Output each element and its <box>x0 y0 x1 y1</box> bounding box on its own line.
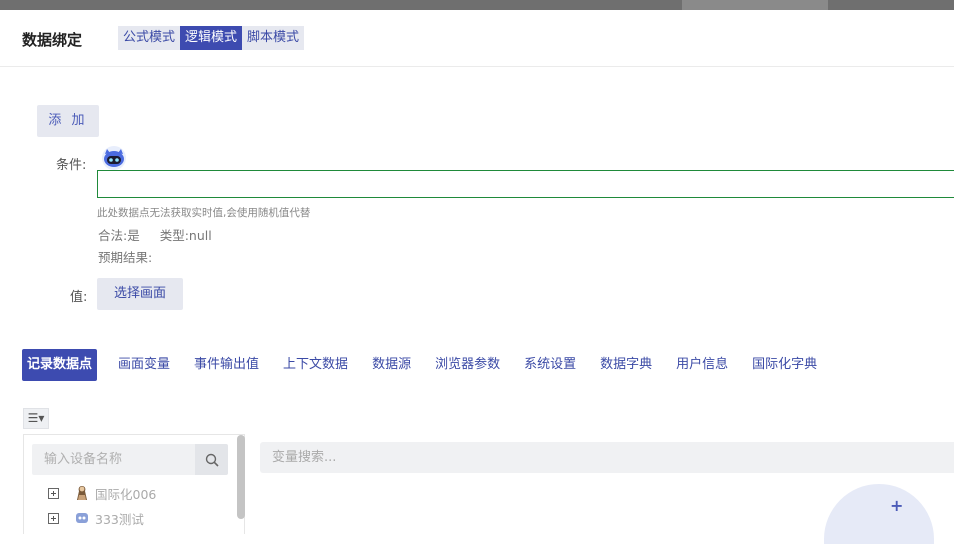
condition-hint: 此处数据点无法获取实时值,会使用随机值代替 <box>97 207 311 219</box>
tree-item[interactable]: 333测试 <box>48 508 144 528</box>
tab-event-output[interactable]: 事件输出值 <box>194 349 259 381</box>
background-window-strip <box>0 0 954 10</box>
condition-input[interactable] <box>97 170 954 198</box>
device-tree-panel: 输入设备名称 国际化006 333测试 <box>23 434 245 534</box>
list-menu-icon[interactable]: ☰▾ <box>23 408 49 429</box>
tab-data-dictionary[interactable]: 数据字典 <box>600 349 652 381</box>
tab-data-source[interactable]: 数据源 <box>372 349 411 381</box>
tree-item[interactable]: 国际化006 <box>48 483 156 503</box>
variable-search-input[interactable]: 变量搜索... <box>260 442 954 473</box>
device-search-input[interactable]: 输入设备名称 <box>32 444 195 475</box>
robot-icon <box>76 513 88 523</box>
condition-validity: 合法:是 类型:null <box>98 225 212 244</box>
tab-formula-mode[interactable]: 公式模式 <box>118 26 181 50</box>
tab-user-info[interactable]: 用户信息 <box>676 349 728 381</box>
page-title: 数据绑定 <box>22 31 83 49</box>
tab-system-settings[interactable]: 系统设置 <box>524 349 576 381</box>
tab-record-datapoints[interactable]: 记录数据点 <box>22 349 98 381</box>
empty-state-illustration <box>824 484 934 544</box>
valid-text: 合法:是 <box>98 228 140 243</box>
tab-i18n-dictionary[interactable]: 国际化字典 <box>752 349 817 381</box>
dialog-header: 数据绑定 公式模式 逻辑模式 脚本模式 <box>0 10 954 67</box>
add-button[interactable]: 添 加 <box>37 105 99 137</box>
mode-switch: 公式模式 逻辑模式 脚本模式 <box>118 26 305 50</box>
tree-item-label: 333测试 <box>95 511 144 527</box>
tree-item-label: 国际化006 <box>95 486 157 502</box>
select-screen-button[interactable]: 选择画面 <box>97 278 183 310</box>
data-source-tabs: 记录数据点 画面变量 事件输出值 上下文数据 数据源 浏览器参数 系统设置 数据… <box>22 349 841 381</box>
expand-icon[interactable] <box>48 512 59 524</box>
plus-icon: + <box>890 496 904 515</box>
tab-context-data[interactable]: 上下文数据 <box>283 349 348 381</box>
background-card <box>682 0 828 10</box>
value-label: 值: <box>70 290 88 305</box>
tab-screen-variables[interactable]: 画面变量 <box>118 349 170 381</box>
expand-icon[interactable] <box>48 487 59 499</box>
bust-icon <box>77 486 87 500</box>
tree-scrollbar[interactable] <box>237 435 245 519</box>
type-text: 类型:null <box>159 228 212 243</box>
expected-result: 预期结果: <box>98 250 153 265</box>
search-icon <box>205 453 219 467</box>
tab-logic-mode[interactable]: 逻辑模式 <box>180 26 243 50</box>
tab-browser-params[interactable]: 浏览器参数 <box>435 349 500 381</box>
condition-label: 条件: <box>56 158 87 173</box>
robot-icon[interactable] <box>101 145 127 171</box>
device-search-button[interactable] <box>195 444 228 475</box>
tab-script-mode[interactable]: 脚本模式 <box>242 26 305 50</box>
